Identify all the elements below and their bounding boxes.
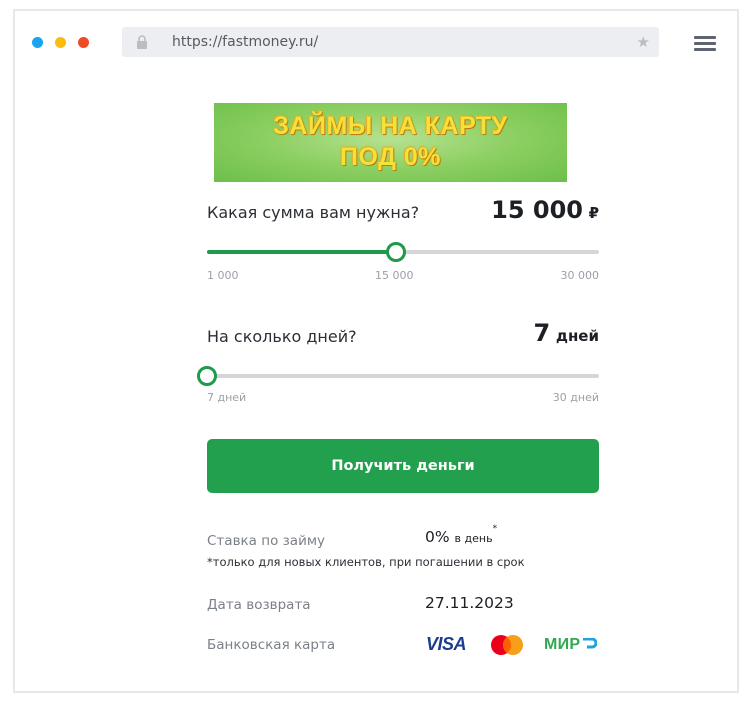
mir-logo: МИР xyxy=(544,636,581,653)
mastercard-logo-icon xyxy=(491,635,523,655)
banner-line-2: ПОД 0% xyxy=(340,143,441,171)
rate-period: в день xyxy=(454,532,493,545)
return-date-label: Дата возврата xyxy=(207,597,311,613)
hamburger-menu-icon[interactable] xyxy=(694,36,716,52)
days-min-label: 7 дней xyxy=(207,391,247,404)
amount-max-label: 30 000 xyxy=(560,269,600,282)
return-date-value: 27.11.2023 xyxy=(425,594,514,612)
rate-footnote-mark: * xyxy=(492,523,498,534)
window-dot-yellow[interactable] xyxy=(55,37,66,48)
days-value: 7 дней xyxy=(480,319,599,347)
days-slider-thumb[interactable] xyxy=(197,366,217,386)
amount-question: Какая сумма вам нужна? xyxy=(207,203,420,222)
get-money-button[interactable]: Получить деньги xyxy=(207,439,599,493)
url-text[interactable]: https://fastmoney.ru/ xyxy=(172,34,318,50)
currency-symbol: ₽ xyxy=(588,204,599,222)
days-slider-track[interactable] xyxy=(207,374,599,378)
amount-mid-label: 15 000 xyxy=(375,269,414,282)
window-dot-blue[interactable] xyxy=(32,37,43,48)
amount-slider-fill xyxy=(207,250,397,254)
bookmark-star-icon[interactable]: ★ xyxy=(637,33,650,51)
rate-percent: 0% xyxy=(425,528,450,546)
days-number: 7 xyxy=(533,319,551,347)
amount-value: 15 000 ₽ xyxy=(440,196,599,224)
amount-number: 15 000 xyxy=(491,196,583,224)
days-unit: дней xyxy=(555,327,599,345)
banner-line-1: ЗАЙМЫ НА КАРТУ xyxy=(273,112,508,140)
visa-logo: VISA xyxy=(426,634,467,654)
promo-banner[interactable]: ЗАЙМЫ НА КАРТУ ПОД 0% xyxy=(214,103,567,182)
rate-value: 0% в день* xyxy=(425,524,497,546)
rate-label: Ставка по займу xyxy=(207,533,326,549)
rate-note: *только для новых клиентов, при погашени… xyxy=(207,555,525,569)
bank-card-label: Банковская карта xyxy=(207,637,336,653)
days-question: На сколько дней? xyxy=(207,327,357,346)
window-dot-red[interactable] xyxy=(78,37,89,48)
lock-icon xyxy=(137,35,147,49)
days-max-label: 30 дней xyxy=(552,391,599,404)
address-bar[interactable]: https://fastmoney.ru/ ★ xyxy=(122,27,659,57)
mir-arrow-icon xyxy=(583,638,597,649)
browser-chrome: https://fastmoney.ru/ ★ xyxy=(15,11,737,71)
amount-min-label: 1 000 xyxy=(207,269,239,282)
